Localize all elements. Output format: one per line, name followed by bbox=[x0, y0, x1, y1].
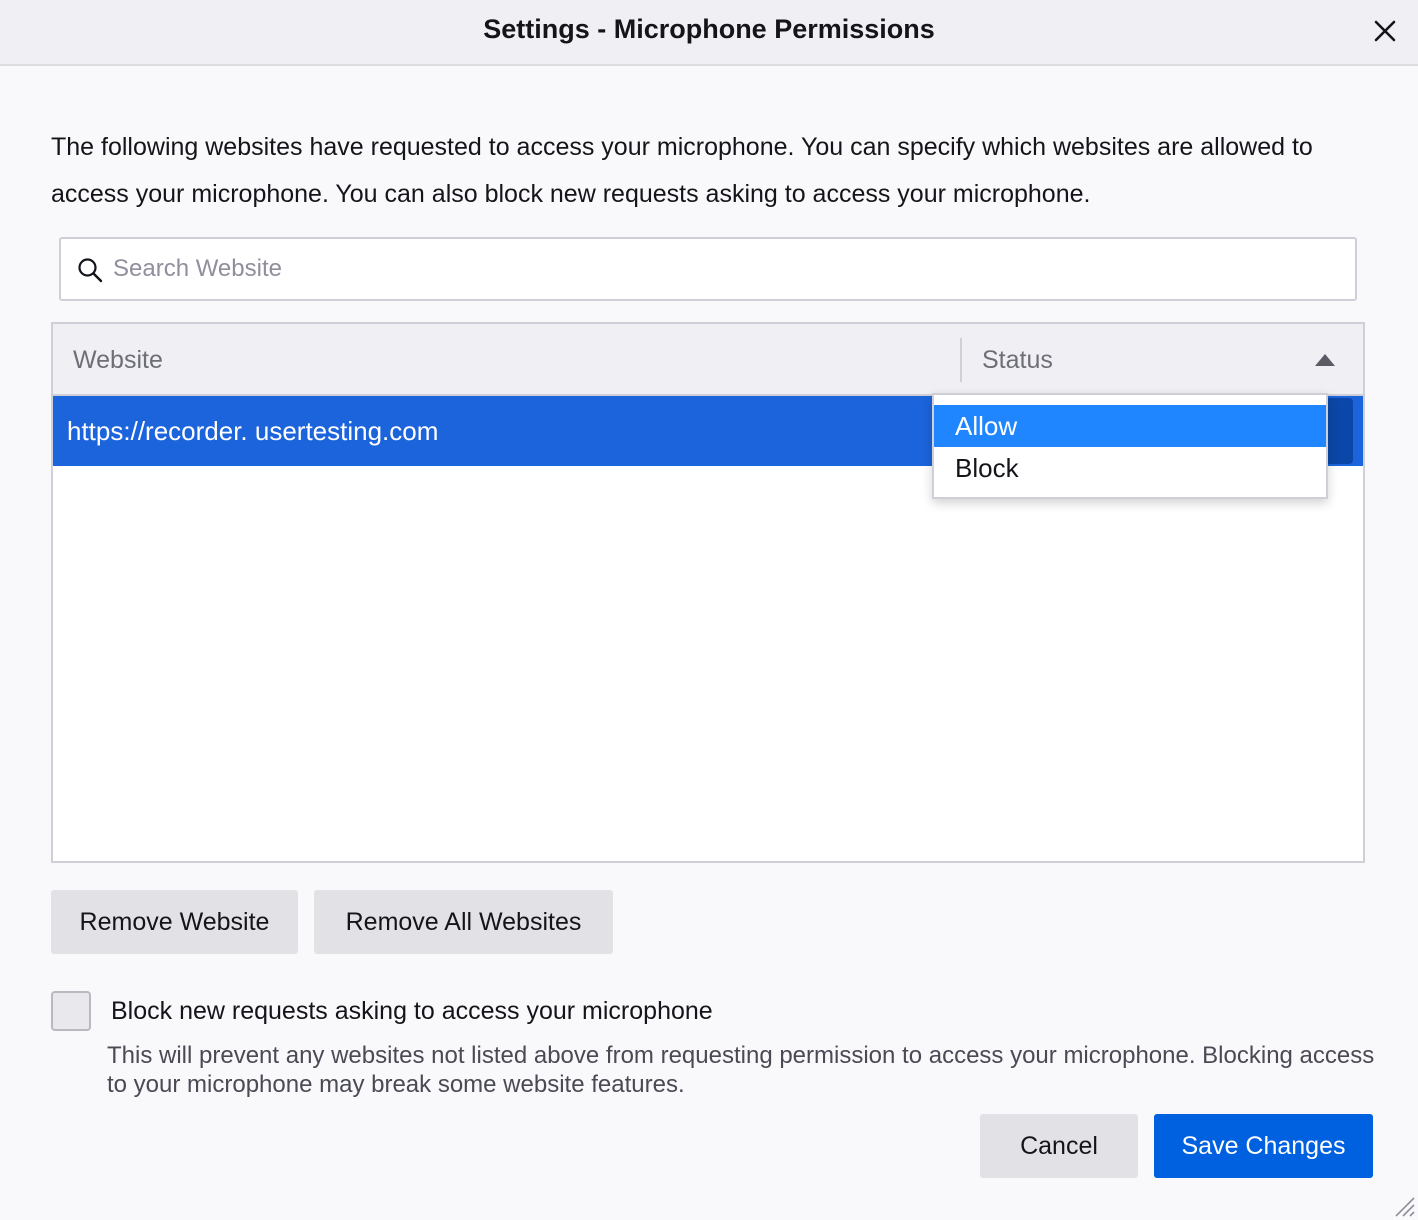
column-header-website[interactable]: Website bbox=[73, 346, 163, 375]
block-new-requests-label[interactable]: Block new requests asking to access your… bbox=[111, 997, 713, 1026]
table-header: Website Status bbox=[53, 324, 1363, 396]
close-icon bbox=[1374, 20, 1396, 42]
website-cell: https://recorder. usertesting.com bbox=[67, 416, 439, 446]
remove-website-button[interactable]: Remove Website bbox=[51, 890, 298, 954]
search-icon bbox=[78, 258, 103, 283]
search-box[interactable] bbox=[59, 237, 1357, 301]
dialog-title: Settings - Microphone Permissions bbox=[483, 14, 935, 44]
sort-ascending-icon[interactable] bbox=[1315, 354, 1335, 366]
permissions-description: The following websites have requested to… bbox=[51, 133, 1313, 208]
resize-grip-icon[interactable] bbox=[1392, 1194, 1416, 1218]
search-input[interactable] bbox=[113, 241, 1343, 297]
block-new-requests-helper: This will prevent any websites not liste… bbox=[107, 1042, 1375, 1098]
save-changes-button[interactable]: Save Changes bbox=[1154, 1114, 1373, 1178]
close-button[interactable] bbox=[1366, 12, 1404, 50]
block-new-requests-checkbox[interactable] bbox=[51, 991, 91, 1031]
status-dropdown-menu: Allow Block bbox=[932, 393, 1328, 499]
dropdown-option-allow[interactable]: Allow bbox=[934, 405, 1326, 447]
cancel-button[interactable]: Cancel bbox=[980, 1114, 1138, 1178]
title-bar: Settings - Microphone Permissions bbox=[0, 0, 1418, 66]
column-header-status[interactable]: Status bbox=[982, 346, 1053, 375]
column-divider[interactable] bbox=[960, 338, 962, 382]
remove-all-websites-button[interactable]: Remove All Websites bbox=[314, 890, 613, 954]
dropdown-option-block[interactable]: Block bbox=[934, 447, 1326, 489]
